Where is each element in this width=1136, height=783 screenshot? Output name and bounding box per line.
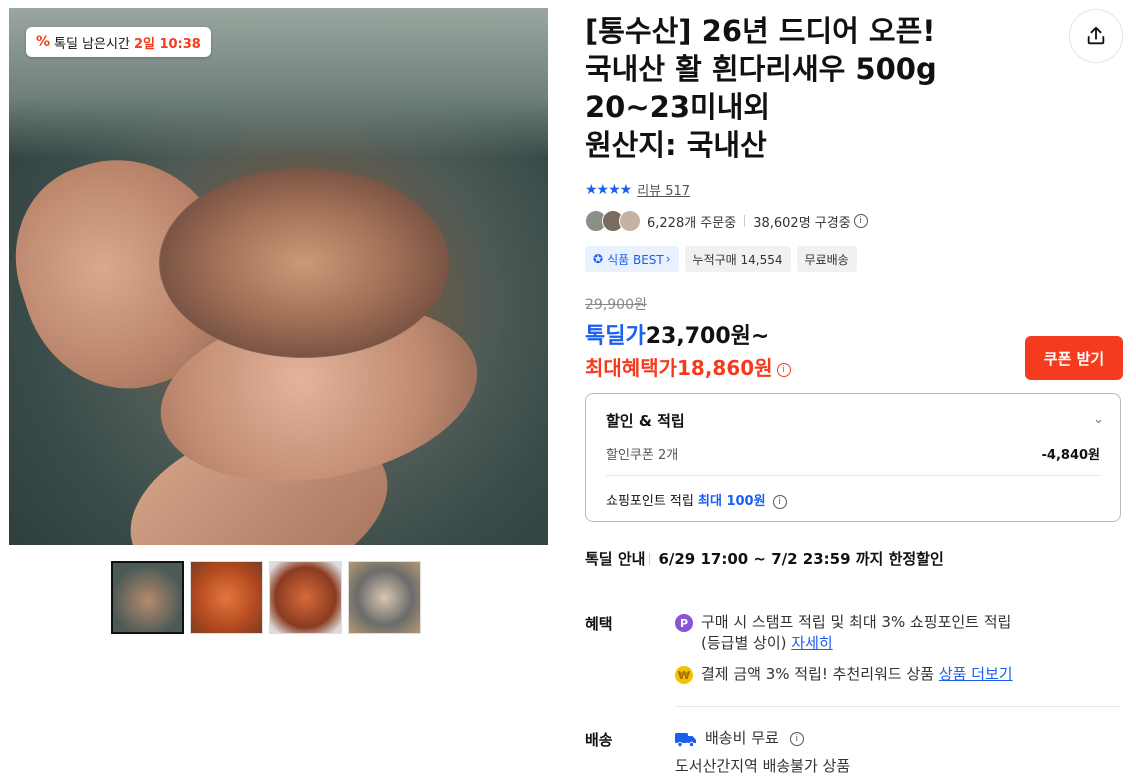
product-main-image[interactable]: % 톡딜 남은시간 2일 10:38: [9, 8, 548, 545]
discount-panel[interactable]: 할인 & 적립 ⌄ 할인쿠폰 2개 -4,840원 쇼핑포인트 적립 최대 10…: [585, 393, 1121, 522]
divider: [649, 552, 651, 565]
divider: [606, 475, 1100, 476]
info-icon[interactable]: i: [789, 732, 804, 746]
get-coupon-button[interactable]: 쿠폰 받기: [1025, 336, 1123, 380]
max-price-value: 18,860원: [677, 356, 773, 380]
badge-row: ✪ 식품 BEST › 누적구매 14,554 무료배송: [585, 246, 857, 272]
thumbnail-1[interactable]: [111, 561, 184, 634]
star-rating-icon: ★★★★: [585, 181, 632, 198]
share-icon: [1087, 26, 1105, 45]
food-best-badge[interactable]: ✪ 식품 BEST ›: [585, 246, 679, 272]
title-line: 20~23미내외: [585, 90, 771, 124]
truck-icon: [675, 733, 696, 747]
deal-price-label: 톡딜가: [585, 324, 646, 349]
coupon-discount-value: -4,840원: [1041, 448, 1100, 463]
thumbnail-3[interactable]: [269, 561, 342, 634]
info-icon[interactable]: i: [776, 362, 791, 377]
max-benefit-price: 최대혜택가18,860원 i: [585, 352, 791, 381]
shipping-fee-text: 배송비 무료: [705, 729, 779, 747]
cumulative-purchase-badge: 누적구매 14,554: [684, 246, 791, 272]
benefit-line-2: ₩ 결제 금액 3% 적립! 추천리워드 상품 상품 더보기: [675, 664, 1115, 685]
order-count: 6,228개 주문중: [647, 215, 737, 231]
product-title: [통수산] 26년 드디어 오픈! 국내산 활 흰다리새우 500g 20~23…: [585, 12, 1025, 164]
benefit-text-1a: 구매 시 스탬프 적립 및 최대 3% 쇼핑포인트 적립: [701, 613, 1012, 631]
deal-info-period: 6/29 17:00 ~ 7/2 23:59 까지 한정할인: [658, 550, 944, 568]
avatar: [619, 210, 641, 232]
buyer-avatars: [585, 210, 641, 232]
info-icon[interactable]: i: [772, 494, 787, 509]
info-icon[interactable]: i: [853, 214, 868, 228]
point-label: 쇼핑포인트 적립: [606, 494, 694, 509]
divider: [675, 706, 1121, 707]
benefit-line-1: P 구매 시 스탬프 적립 및 최대 3% 쇼핑포인트 적립 (등급별 상이) …: [675, 612, 1115, 654]
thumbnail-4[interactable]: [348, 561, 421, 634]
shipping-restriction-text: 도서산간지역 배송불가 상품: [675, 757, 851, 775]
chevron-right-icon: ›: [665, 252, 671, 266]
title-line: 국내산 활 흰다리새우 500g: [585, 52, 937, 86]
deal-price: 톡딜가23,700원~: [585, 318, 769, 350]
detail-link[interactable]: 자세히: [791, 634, 832, 652]
benefit-text-1b: (등급별 상이): [701, 634, 787, 652]
deal-timer-time: 2일 10:38: [133, 36, 201, 52]
gear-icon: ✪: [593, 252, 604, 266]
percent-icon: %: [36, 34, 51, 50]
share-button[interactable]: [1069, 9, 1123, 63]
food-best-label: 식품 BEST: [607, 252, 664, 267]
discount-title: 할인 & 적립: [606, 412, 685, 430]
benefit-text-1: 구매 시 스탬프 적립 및 최대 3% 쇼핑포인트 적립 (등급별 상이) 자세…: [701, 612, 1011, 654]
thumbnail-2[interactable]: [190, 561, 263, 634]
stats-row: 6,228개 주문중 38,602명 구경중 i: [585, 210, 868, 232]
rating-row: ★★★★ 리뷰 517: [585, 180, 690, 200]
coupon-count: 할인쿠폰 2개: [606, 448, 679, 463]
image-shrimp: [159, 168, 449, 358]
viewer-count: 38,602명 구경중: [753, 215, 851, 231]
original-price: 29,900원: [585, 297, 647, 313]
chevron-down-icon[interactable]: ⌄: [1093, 412, 1104, 427]
divider: [744, 215, 746, 227]
product-gallery: % 톡딜 남은시간 2일 10:38: [9, 8, 548, 545]
point-p-icon: P: [675, 614, 693, 632]
deal-timer-label: 톡딜 남은시간: [54, 36, 130, 52]
deal-timer-badge: % 톡딜 남은시간 2일 10:38: [26, 27, 211, 57]
shipping-label: 배송: [585, 731, 613, 749]
deal-price-value: 23,700원~: [645, 324, 770, 349]
deal-info-label: 톡딜 안내: [585, 550, 646, 568]
coin-icon: ₩: [675, 666, 693, 684]
shipping-line-1: 배송비 무료 i: [675, 728, 1115, 749]
point-value: 최대 100원: [698, 494, 766, 509]
thumbnail-strip: [111, 561, 421, 634]
max-price-label: 최대혜택가: [585, 356, 677, 380]
review-link[interactable]: 리뷰 517: [637, 180, 690, 199]
title-line: 원산지: 국내산: [585, 128, 767, 162]
title-line: [통수산] 26년 드디어 오픈!: [585, 14, 936, 48]
more-products-link[interactable]: 상품 더보기: [939, 665, 1013, 683]
deal-info-row: 톡딜 안내 6/29 17:00 ~ 7/2 23:59 까지 한정할인: [585, 548, 944, 569]
benefit-text-2a: 결제 금액 3% 적립! 추천리워드 상품: [701, 665, 935, 683]
shipping-line-2: 도서산간지역 배송불가 상품: [675, 756, 1115, 777]
free-shipping-badge: 무료배송: [796, 246, 857, 272]
benefit-label: 혜택: [585, 615, 613, 633]
shopping-point-row: 쇼핑포인트 적립 최대 100원 i: [606, 490, 787, 509]
benefit-text-2: 결제 금액 3% 적립! 추천리워드 상품 상품 더보기: [701, 664, 1013, 685]
